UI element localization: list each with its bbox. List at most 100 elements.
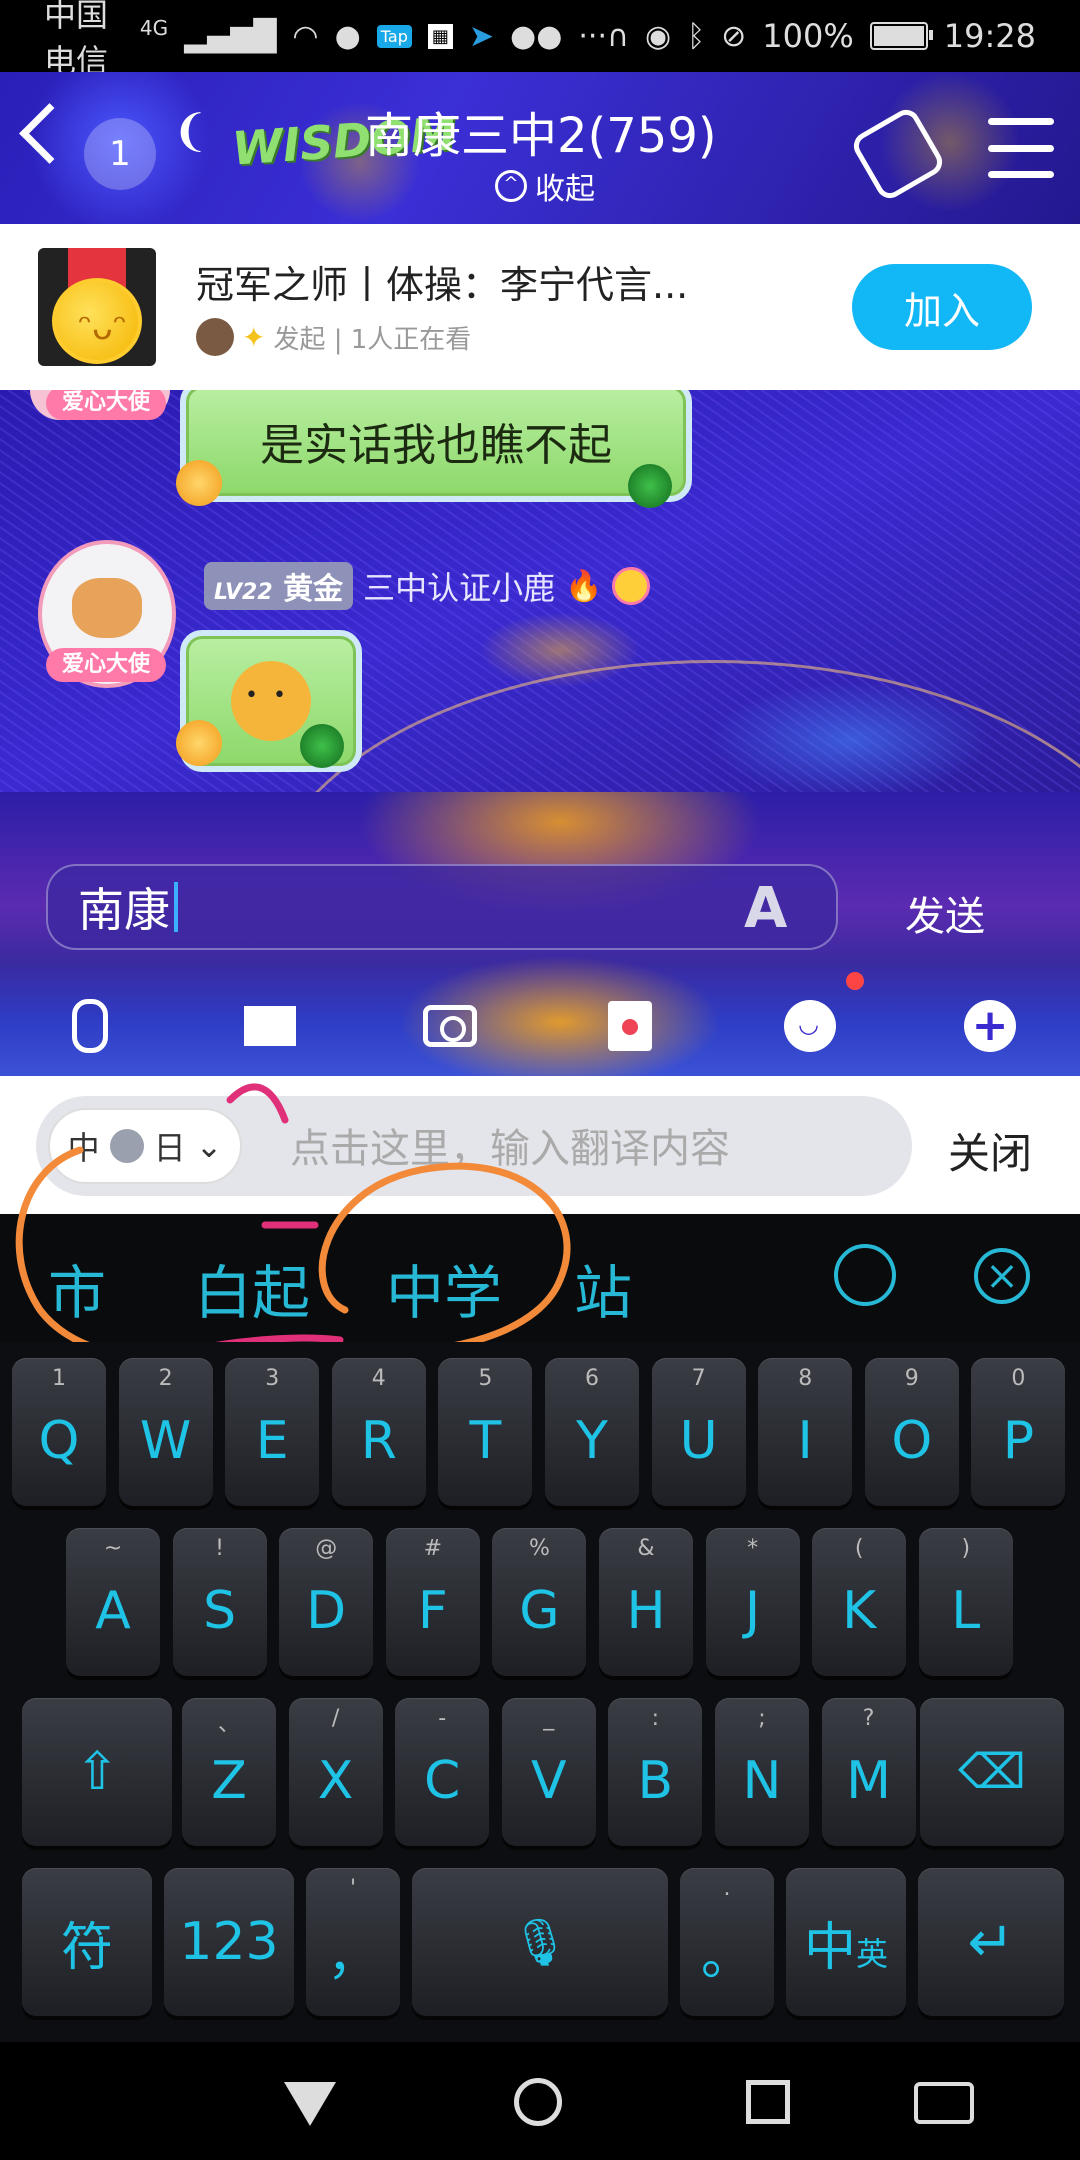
- bluetooth-icon: ᛒ: [687, 18, 706, 54]
- headset-icon: ∩: [607, 18, 629, 54]
- plus-icon: +: [964, 1000, 1016, 1052]
- key-u[interactable]: 7U: [651, 1358, 746, 1506]
- candidate-word[interactable]: 中学: [386, 1246, 502, 1330]
- camera-button[interactable]: [414, 990, 486, 1062]
- key-r[interactable]: 4R: [331, 1358, 426, 1506]
- signal-bars-icon: ▂▄▆█: [184, 18, 277, 54]
- image-button[interactable]: [234, 990, 306, 1062]
- key-q-hint: 1: [52, 1366, 66, 1391]
- key-l[interactable]: ) L: [918, 1528, 1013, 1676]
- shift-icon: ⇧: [75, 1742, 119, 1802]
- period-key[interactable]: .。: [680, 1868, 774, 2016]
- key-d[interactable]: @ D: [279, 1528, 374, 1676]
- unread-count-badge[interactable]: 1: [84, 118, 156, 190]
- sparkle-icon: ✦: [242, 320, 266, 354]
- font-style-icon[interactable]: A: [744, 876, 787, 941]
- key-g[interactable]: % G: [492, 1528, 587, 1676]
- chat-header: 1 ❨ WISDOM 南康三中2(759) ^ 收起: [0, 72, 1080, 224]
- translate-placeholder: 点击这里，输入翻译内容: [290, 1126, 730, 1172]
- message-text: 是实话我也瞧不起: [260, 420, 612, 471]
- key-k[interactable]: (K: [812, 1528, 907, 1676]
- key-x[interactable]: / X: [288, 1698, 383, 1846]
- key-p-hint: 0: [1011, 1366, 1026, 1391]
- key-e[interactable]: 3E: [225, 1358, 320, 1506]
- key-z[interactable]: 、 Z: [182, 1698, 276, 1846]
- send-button[interactable]: 发送: [905, 884, 985, 942]
- voice-button[interactable]: [54, 990, 126, 1062]
- key-n[interactable]: ; N: [715, 1698, 809, 1846]
- nav-recents-icon[interactable]: [746, 2080, 790, 2124]
- lang-to: 日: [153, 1129, 186, 1167]
- chat-title[interactable]: 南康三中2(759): [365, 96, 717, 166]
- message-bubble[interactable]: 是实话我也瞧不起: [180, 390, 692, 502]
- sender-nickname[interactable]: 三中认证小鹿: [363, 563, 555, 609]
- join-button[interactable]: 加入: [852, 264, 1032, 350]
- key-j[interactable]: * J: [705, 1528, 800, 1676]
- enter-key[interactable]: ↵: [918, 1868, 1064, 2016]
- key-n-hint: ;: [758, 1706, 766, 1731]
- candidate-word[interactable]: 白起: [194, 1246, 310, 1330]
- key-c[interactable]: -C: [395, 1698, 490, 1846]
- back-arrow-icon[interactable]: [19, 103, 80, 164]
- key-f-label: F: [417, 1581, 448, 1641]
- key-b[interactable]: :B: [608, 1698, 703, 1846]
- key-m[interactable]: ? M: [821, 1698, 916, 1846]
- key-g-label: G: [519, 1581, 560, 1641]
- key-t[interactable]: 5T: [438, 1358, 533, 1506]
- candidate-word[interactable]: 市: [48, 1246, 106, 1330]
- period-key-hint: .: [723, 1876, 731, 1901]
- close-button[interactable]: 关闭: [948, 1120, 1032, 1181]
- comma-key[interactable]: '，: [306, 1868, 400, 2016]
- link-icon[interactable]: [848, 104, 948, 204]
- emoji-button[interactable]: [774, 990, 846, 1062]
- red-packet-button[interactable]: [594, 990, 666, 1062]
- dog-sticker-icon: [231, 661, 311, 741]
- comma-key-hint: ': [349, 1876, 357, 1901]
- key-y[interactable]: 6Y: [545, 1358, 639, 1506]
- more-button[interactable]: +: [954, 990, 1026, 1062]
- background-arc: [260, 660, 1080, 792]
- lang-from: 中: [67, 1129, 100, 1167]
- key-s[interactable]: ! S: [172, 1528, 267, 1676]
- love-ambassador-badge: 爱心大使: [46, 648, 166, 682]
- message-input[interactable]: 南康: [46, 864, 838, 950]
- key-q[interactable]: 1Q: [12, 1358, 106, 1506]
- emoji-face-icon[interactable]: [834, 1244, 896, 1306]
- backspace-key[interactable]: ⌫: [920, 1698, 1064, 1846]
- key-v[interactable]: _ V: [501, 1698, 596, 1846]
- text-caret: [174, 882, 178, 932]
- key-s-label: S: [203, 1581, 237, 1641]
- menu-icon[interactable]: [988, 118, 1054, 178]
- collapse-button[interactable]: ^ 收起: [495, 164, 595, 208]
- key-i[interactable]: 8I: [758, 1358, 853, 1506]
- key-w[interactable]: 2W: [118, 1358, 213, 1506]
- key-a[interactable]: ~ A: [66, 1528, 160, 1676]
- send-icon: ➤: [468, 18, 495, 54]
- candidate-word[interactable]: 站: [574, 1246, 632, 1330]
- language-switch-key[interactable]: 中英: [786, 1868, 906, 2016]
- keyboard: 1 Q 2 W 3 E 4 R 5 T 6 Y 7 U 8 I 9 O 0 P ~ A! S @ D # F% G & H * J(K) L ⇧ 、…: [0, 1342, 1080, 2042]
- key-m-label: M: [846, 1751, 892, 1811]
- key-p[interactable]: 0P: [971, 1358, 1066, 1506]
- shift-key[interactable]: ⇧: [22, 1698, 172, 1846]
- key-f[interactable]: # F: [385, 1528, 480, 1676]
- language-selector[interactable]: 中 日 ⌄: [48, 1108, 242, 1184]
- medal-thumbnail: ᵔᴗᵔ: [38, 248, 156, 366]
- nav-back-icon[interactable]: [284, 2082, 336, 2126]
- ear-icon[interactable]: ❨: [172, 106, 209, 157]
- numbers-key[interactable]: 123: [164, 1868, 294, 2016]
- nav-home-icon[interactable]: [514, 2078, 562, 2126]
- space-key[interactable]: 🎙: [412, 1868, 668, 2016]
- key-e-label: E: [255, 1411, 289, 1471]
- key-o[interactable]: 9O: [864, 1358, 959, 1506]
- key-h[interactable]: & H: [599, 1528, 693, 1676]
- symbols-key-label: 符: [60, 1917, 113, 1978]
- live-banner[interactable]: ᵔᴗᵔ 冠军之师丨体操：李宁代言... ✦ 发起 | 1人正在看 加入: [0, 224, 1080, 390]
- symbols-key[interactable]: 符: [22, 1868, 152, 2016]
- key-u-label: U: [679, 1411, 718, 1471]
- numbers-key-label: 123: [179, 1912, 279, 1972]
- key-w-label: W: [139, 1411, 192, 1471]
- keyboard-toggle-icon[interactable]: [914, 2082, 974, 2124]
- close-candidates-icon[interactable]: ×: [974, 1248, 1030, 1304]
- image-icon: [244, 1006, 296, 1046]
